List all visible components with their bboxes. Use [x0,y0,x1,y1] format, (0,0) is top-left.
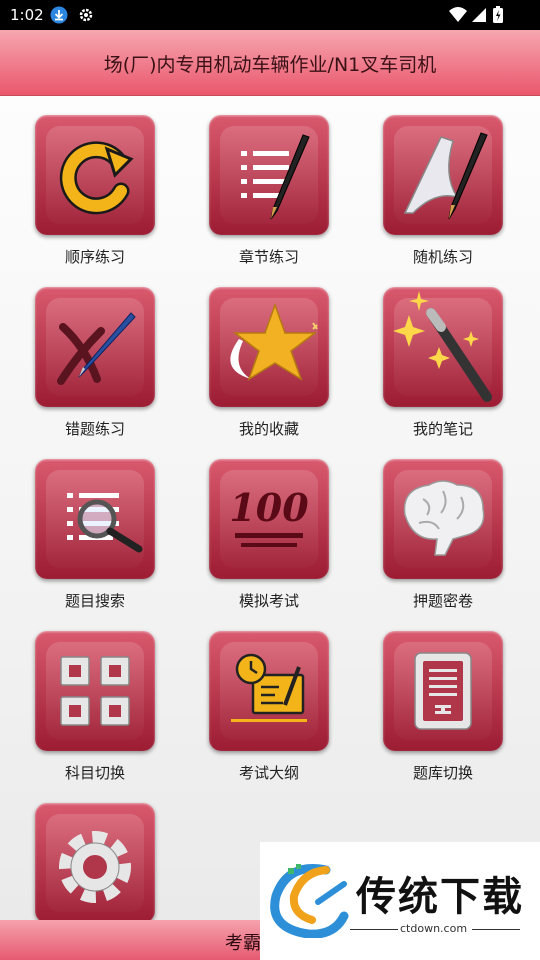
gear-icon [59,831,131,903]
status-bar: 1:02 [0,0,540,30]
wifi-icon [449,7,467,22]
menu-item-label: 错题练习 [64,420,125,438]
page-title: 场(厂)内专用机动车辆作业/N1叉车司机 [103,54,437,76]
star-icon [230,302,318,381]
menu-item-label: 随机练习 [412,248,473,266]
menu-item-label: 题库切换 [412,764,473,782]
watermark-url: ctdown.com [400,922,468,935]
watermark-brand: 传统下载 [356,874,524,920]
cross-pen-icon [57,312,136,385]
circular-arrow-icon [59,141,134,215]
menu-item-label: 题目搜索 [64,592,125,610]
signal-icon [472,8,486,22]
menu-item-label: 押题密卷 [412,592,473,610]
document-icon [414,652,472,730]
list-pen-icon [241,134,310,220]
menu-item-label: 我的收藏 [238,420,299,438]
download-icon [50,6,68,24]
battery-icon [493,6,503,23]
svg-text:100: 100 [229,485,309,530]
menu-item-label: 顺序练习 [64,248,125,266]
watermark: 传统下载 ctdown.com [260,842,540,960]
menu-item-label: 考试大纲 [238,764,299,782]
watermark-logo-icon [270,864,349,938]
menu-item-label: 章节练习 [238,248,299,266]
menu-item-label: 模拟考试 [238,592,299,610]
grid-icon [60,656,130,726]
status-time: 1:02 [10,6,44,24]
list-search-icon [67,493,143,553]
magic-wand-icon [393,291,492,402]
app-header: 场(厂)内专用机动车辆作业/N1叉车司机 [0,30,540,96]
menu-item-label: 科目切换 [64,764,125,782]
score-100-icon: 100 [229,485,309,547]
clock-document-icon [231,653,307,722]
random-pen-icon [403,132,488,220]
menu-item-label: 我的笔记 [412,420,473,438]
brain-icon [403,480,485,556]
gear-icon [79,8,93,22]
